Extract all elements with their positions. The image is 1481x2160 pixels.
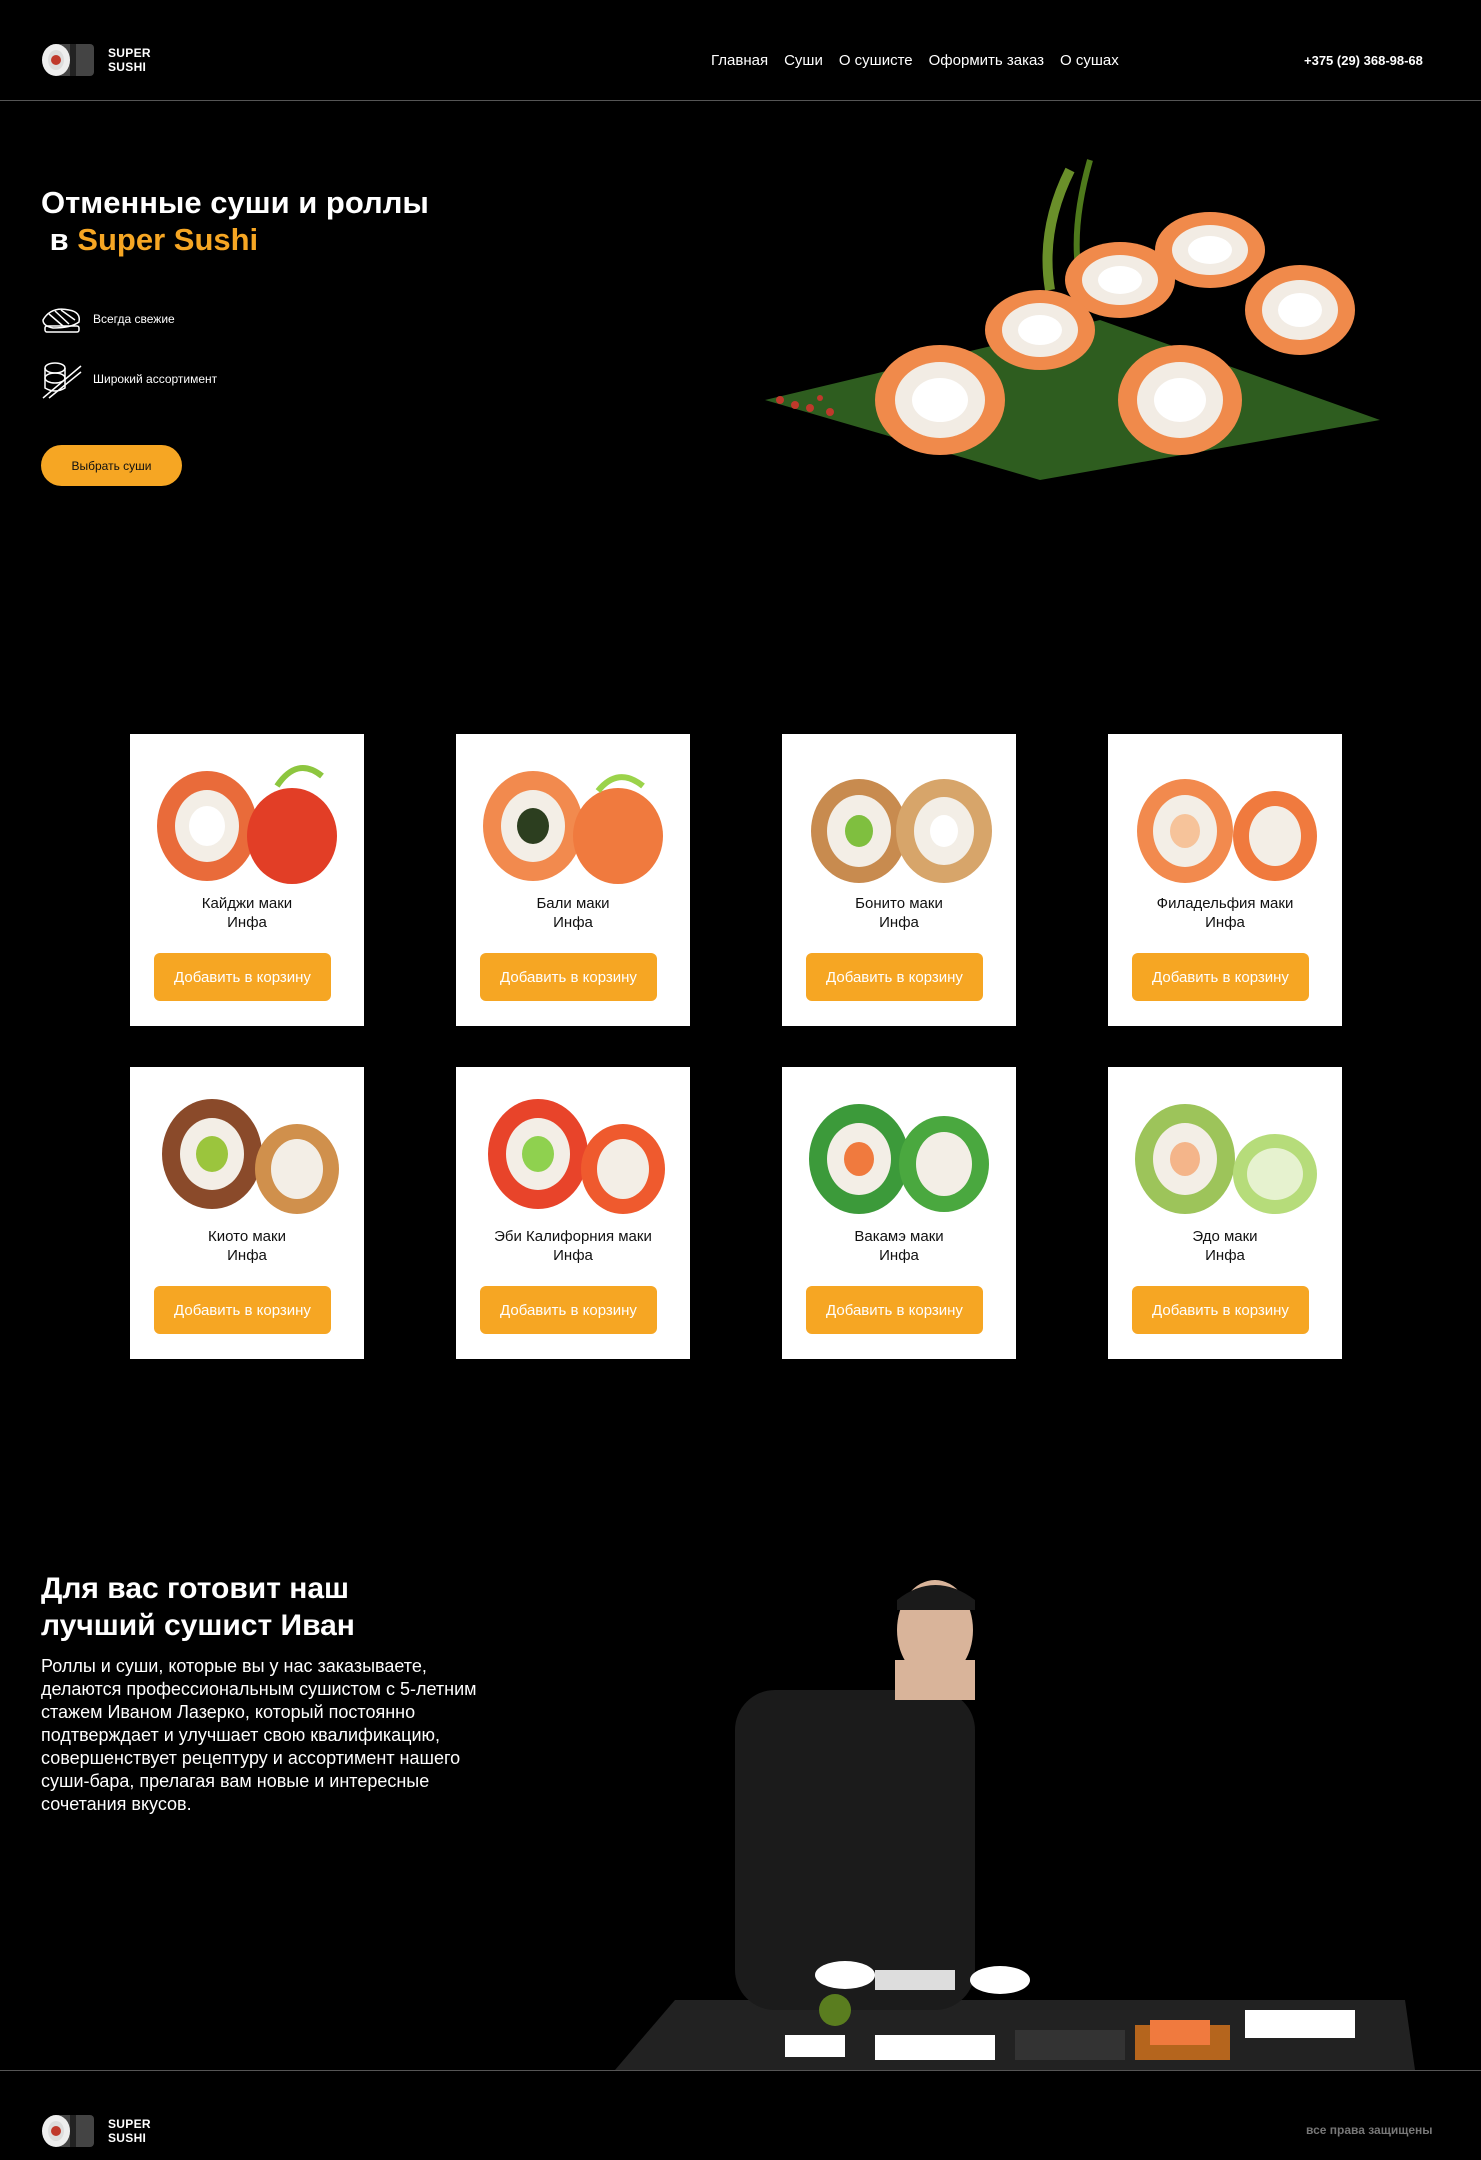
sushi-fresh-icon: [42, 308, 81, 333]
add-to-cart-button[interactable]: Добавить в корзину: [154, 953, 331, 1001]
product-card: Киото маки Инфа Добавить в корзину: [130, 1067, 364, 1359]
hero-title-accent: Super Sushi: [77, 222, 259, 257]
product-info: Инфа: [553, 1247, 593, 1264]
product-image: [1137, 779, 1317, 883]
nav-link-home[interactable]: Главная: [711, 52, 768, 69]
chef-section-title: Для вас готовит наш лучший сушист Иван: [41, 1570, 461, 1644]
main-nav: Главная Суши О сушисте Оформить заказ О …: [711, 52, 1119, 69]
product-card: Бонито маки Инфа Добавить в корзину: [782, 734, 1016, 1026]
nav-link-about[interactable]: О сушах: [1060, 52, 1119, 69]
logo-text-line2: SUSHI: [108, 60, 147, 74]
footer-logo[interactable]: SUPER SUSHI: [40, 2111, 151, 2151]
hero-title-line1: Отменные суши и роллы: [41, 185, 429, 220]
product-card: Филадельфия маки Инфа Добавить в корзину: [1108, 734, 1342, 1026]
product-info: Инфа: [553, 914, 593, 931]
product-image: [1135, 1104, 1317, 1214]
feature-fresh: Всегда свежие: [41, 298, 175, 340]
footer-logo-line1: SUPER: [108, 2117, 151, 2131]
nav-link-order[interactable]: Оформить заказ: [929, 52, 1044, 69]
sushi-logo-icon: [42, 2115, 94, 2147]
choose-sushi-button[interactable]: Выбрать суши: [41, 445, 182, 486]
sushi-logo-icon: [42, 44, 94, 76]
add-to-cart-button[interactable]: Добавить в корзину: [480, 1286, 657, 1334]
feature-label-assortment: Широкий ассортимент: [93, 372, 218, 386]
product-image: [483, 771, 663, 884]
product-image: [811, 779, 992, 883]
product-info: Инфа: [1205, 1247, 1245, 1264]
product-info: Инфа: [879, 1247, 919, 1264]
product-image: [162, 1099, 339, 1214]
hero-sushi-image: [765, 159, 1380, 480]
product-image: [809, 1104, 989, 1214]
footer-logo-line2: SUSHI: [108, 2131, 147, 2145]
chef-photo: [615, 1580, 1415, 2070]
feature-assortment: Широкий ассортимент: [41, 358, 217, 400]
phone-number[interactable]: +375 (29) 368-98-68: [1304, 53, 1423, 68]
product-card: Кайджи маки Инфа Добавить в корзину: [130, 734, 364, 1026]
product-name: Эдо маки: [1192, 1228, 1258, 1245]
nav-link-sushi[interactable]: Суши: [784, 52, 823, 69]
product-info: Инфа: [1205, 914, 1245, 931]
product-info: Инфа: [227, 914, 267, 931]
nav-link-chef[interactable]: О сушисте: [839, 52, 913, 69]
logo-text-line1: SUPER: [108, 46, 151, 60]
add-to-cart-button[interactable]: Добавить в корзину: [154, 1286, 331, 1334]
hero-title-prefix: в: [49, 222, 78, 257]
add-to-cart-button[interactable]: Добавить в корзину: [806, 1286, 983, 1334]
product-name: Эби Калифорния маки: [494, 1228, 652, 1245]
product-info: Инфа: [879, 914, 919, 931]
product-name: Киото маки: [208, 1228, 286, 1245]
product-name: Филадельфия маки: [1156, 895, 1294, 912]
logo[interactable]: SUPER SUSHI: [40, 40, 151, 80]
product-name: Кайджи маки: [201, 895, 293, 912]
add-to-cart-button[interactable]: Добавить в корзину: [480, 953, 657, 1001]
product-name: Бонито маки: [855, 895, 943, 912]
product-card: Эдо маки Инфа Добавить в корзину: [1108, 1067, 1342, 1359]
add-to-cart-button[interactable]: Добавить в корзину: [1132, 1286, 1309, 1334]
product-info: Инфа: [227, 1247, 267, 1264]
product-card: Эби Калифорния маки Инфа Добавить в корз…: [456, 1067, 690, 1359]
feature-label-fresh: Всегда свежие: [93, 312, 175, 326]
copyright-text: все права защищены: [1306, 2123, 1433, 2137]
product-image: [157, 765, 337, 884]
product-name: Бали маки: [536, 895, 610, 912]
sushi-roll-chopsticks-icon: [42, 362, 82, 399]
product-image: [488, 1099, 665, 1214]
chef-title-line1: Для вас готовит наш: [41, 1572, 350, 1605]
add-to-cart-button[interactable]: Добавить в корзину: [806, 953, 983, 1001]
add-to-cart-button[interactable]: Добавить в корзину: [1132, 953, 1309, 1001]
chef-title-line2: лучший сушист Иван: [41, 1609, 355, 1642]
site-footer: SUPER SUSHI все права защищены: [0, 2070, 1481, 2160]
site-header: SUPER SUSHI Главная Суши О сушисте Оформ…: [0, 0, 1481, 101]
product-card: Вакамэ маки Инфа Добавить в корзину: [782, 1067, 1016, 1359]
hero-title: Отменные суши и роллы в Super Sushi: [41, 184, 429, 258]
chef-description: Роллы и суши, которые вы у нас заказывае…: [41, 1656, 477, 1814]
product-name: Вакамэ маки: [854, 1228, 944, 1245]
product-card: Бали маки Инфа Добавить в корзину: [456, 734, 690, 1026]
